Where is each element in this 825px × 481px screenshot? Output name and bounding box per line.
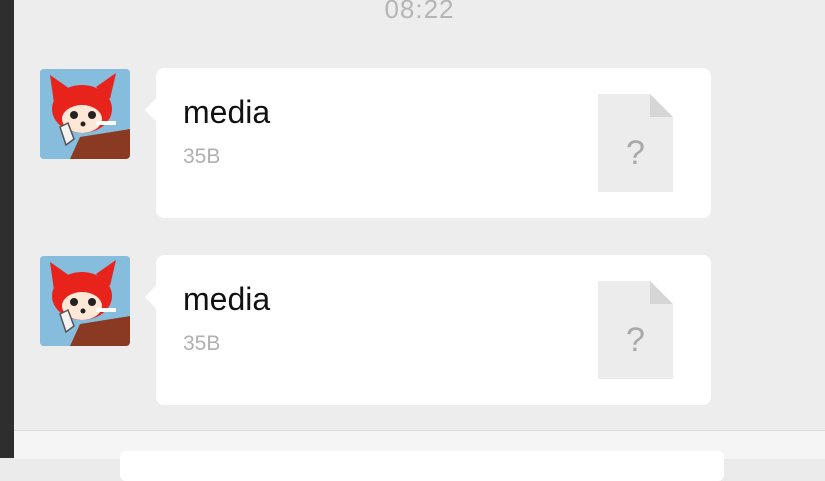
question-mark-glyph: ? <box>626 321 645 359</box>
unknown-file-icon: ? <box>598 94 673 192</box>
window-edge <box>0 0 14 458</box>
unknown-file-icon: ? <box>598 281 673 379</box>
file-size: 35B <box>183 145 221 168</box>
file-size: 35B <box>183 332 221 355</box>
message-timestamp: 08:22 <box>384 0 455 24</box>
message-row: media 35B ? <box>14 68 825 220</box>
fox-avatar-icon <box>40 256 130 346</box>
avatar[interactable] <box>40 256 130 346</box>
message-row: media 35B ? <box>14 255 825 407</box>
avatar[interactable] <box>40 69 130 159</box>
file-message-bubble[interactable]: media 35B ? <box>144 68 711 218</box>
question-mark-glyph: ? <box>626 134 645 172</box>
chat-area[interactable]: 08:22 media 35B ? media 35B ? <box>14 0 825 430</box>
message-input[interactable] <box>120 451 724 481</box>
file-name: media <box>183 94 271 130</box>
message-input-bar <box>14 430 825 481</box>
bubble-tail <box>144 285 168 309</box>
file-message-bubble[interactable]: media 35B ? <box>144 255 711 405</box>
fox-avatar-icon <box>40 69 130 159</box>
file-name: media <box>183 281 271 317</box>
bubble-tail <box>144 98 168 122</box>
